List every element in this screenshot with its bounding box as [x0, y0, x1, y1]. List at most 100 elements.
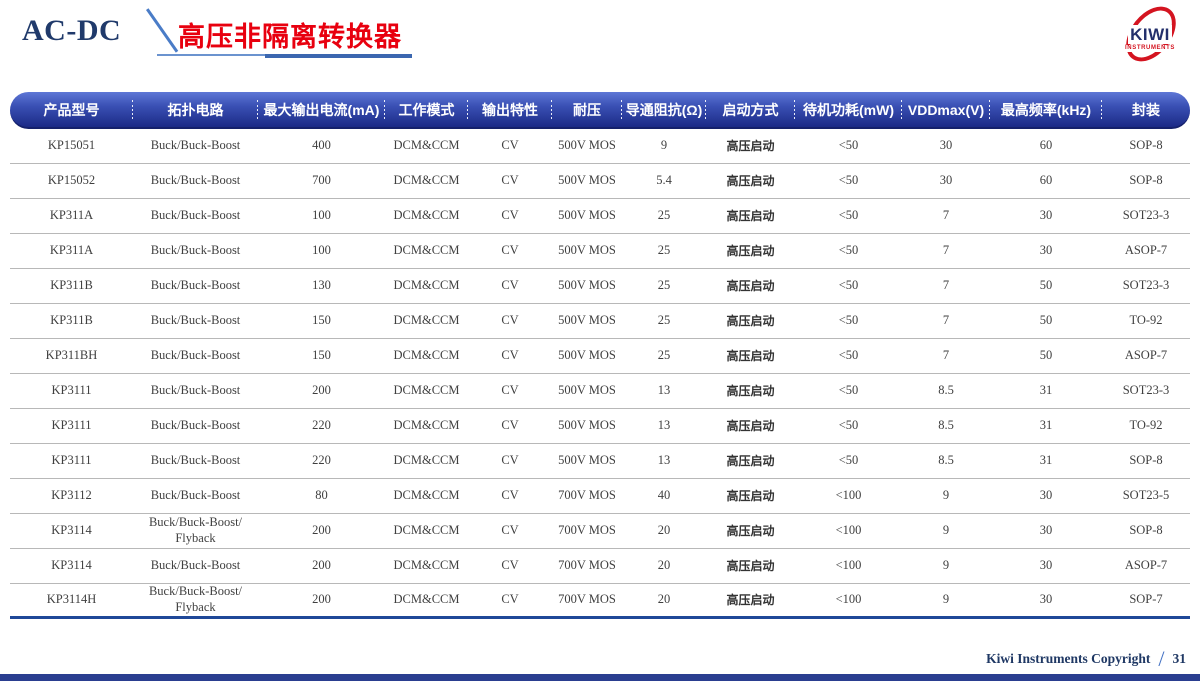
table-cell: Buck/Buck-Boost	[133, 409, 258, 444]
table-cell: 7	[902, 269, 990, 304]
table-cell: DCM&CCM	[385, 234, 468, 269]
table-cell: 31	[990, 374, 1102, 409]
table-cell: 500V MOS	[552, 164, 622, 199]
table-cell: KP15051	[10, 129, 133, 164]
table-cell: DCM&CCM	[385, 164, 468, 199]
table-cell: 700V MOS	[552, 479, 622, 514]
table-cell: KP3114H	[10, 584, 133, 619]
table-cell: <50	[795, 304, 902, 339]
table-cell: Buck/Buck-Boost/ Flyback	[133, 514, 258, 549]
table-row: KP3114Buck/Buck-Boost200DCM&CCMCV700V MO…	[10, 549, 1190, 584]
table-row: KP311BBuck/Buck-Boost130DCM&CCMCV500V MO…	[10, 269, 1190, 304]
table-row: KP15051Buck/Buck-Boost400DCM&CCMCV500V M…	[10, 129, 1190, 164]
table-cell: 220	[258, 409, 385, 444]
table-cell: DCM&CCM	[385, 479, 468, 514]
table-cell: 9	[902, 514, 990, 549]
table-row: KP311BBuck/Buck-Boost150DCM&CCMCV500V MO…	[10, 304, 1190, 339]
table-cell: <50	[795, 409, 902, 444]
table-cell: 80	[258, 479, 385, 514]
table-cell: 高压启动	[706, 374, 795, 409]
table-cell: KP311B	[10, 304, 133, 339]
table-cell: CV	[468, 339, 552, 374]
table-cell: 高压启动	[706, 234, 795, 269]
table-cell: 200	[258, 374, 385, 409]
table-cell: 高压启动	[706, 549, 795, 584]
table-cell: ASOP-7	[1102, 234, 1190, 269]
table-cell: 500V MOS	[552, 304, 622, 339]
table-cell: SOP-7	[1102, 584, 1190, 619]
table-cell: CV	[468, 584, 552, 619]
table-cell: <100	[795, 479, 902, 514]
table-cell: Buck/Buck-Boost	[133, 444, 258, 479]
table-cell: 20	[622, 514, 706, 549]
table-row: KP3112Buck/Buck-Boost80DCM&CCMCV700V MOS…	[10, 479, 1190, 514]
table-cell: <50	[795, 129, 902, 164]
table-cell: DCM&CCM	[385, 304, 468, 339]
col-header-operating-mode: 工作模式	[385, 92, 468, 129]
table-cell: 高压启动	[706, 339, 795, 374]
col-header-max-frequency: 最高频率(kHz)	[990, 92, 1102, 129]
table-cell: SOT23-5	[1102, 479, 1190, 514]
table-cell: 8.5	[902, 374, 990, 409]
footer: Kiwi Instruments Copyright / 31	[986, 648, 1186, 670]
table-cell: 700V MOS	[552, 584, 622, 619]
table-body: KP15051Buck/Buck-Boost400DCM&CCMCV500V M…	[10, 129, 1190, 619]
table-cell: CV	[468, 514, 552, 549]
table-cell: Buck/Buck-Boost	[133, 304, 258, 339]
table-cell: 30	[990, 479, 1102, 514]
table-cell: CV	[468, 479, 552, 514]
table-cell: KP311A	[10, 199, 133, 234]
table-cell: ASOP-7	[1102, 339, 1190, 374]
table-cell: 高压启动	[706, 479, 795, 514]
table-cell: 500V MOS	[552, 374, 622, 409]
table-cell: 200	[258, 514, 385, 549]
table-cell: Buck/Buck-Boost	[133, 339, 258, 374]
col-header-standby-power: 待机功耗(mW)	[795, 92, 902, 129]
table-cell: <50	[795, 339, 902, 374]
table-cell: <50	[795, 374, 902, 409]
table-cell: SOP-8	[1102, 164, 1190, 199]
table-cell: 500V MOS	[552, 339, 622, 374]
table-cell: DCM&CCM	[385, 549, 468, 584]
col-header-package: 封装	[1102, 92, 1190, 129]
table-row: KP3111Buck/Buck-Boost220DCM&CCMCV500V MO…	[10, 409, 1190, 444]
table-cell: KP3111	[10, 374, 133, 409]
table-cell: <50	[795, 269, 902, 304]
footer-copyright-text: Kiwi Instruments Copyright	[986, 651, 1150, 667]
table-cell: CV	[468, 199, 552, 234]
table-cell: 13	[622, 444, 706, 479]
table-cell: 高压启动	[706, 514, 795, 549]
table-cell: DCM&CCM	[385, 584, 468, 619]
table-cell: 130	[258, 269, 385, 304]
table-cell: 高压启动	[706, 199, 795, 234]
table-cell: 30	[902, 164, 990, 199]
table-cell: 高压启动	[706, 304, 795, 339]
table-cell: Buck/Buck-Boost	[133, 199, 258, 234]
footer-page-number: 31	[1173, 651, 1187, 667]
table-cell: DCM&CCM	[385, 269, 468, 304]
table-cell: DCM&CCM	[385, 374, 468, 409]
table-cell: 高压启动	[706, 129, 795, 164]
table-cell: 500V MOS	[552, 444, 622, 479]
table-cell: <50	[795, 444, 902, 479]
table-cell: 7	[902, 234, 990, 269]
table-cell: CV	[468, 409, 552, 444]
table-cell: <50	[795, 199, 902, 234]
table-cell: TO-92	[1102, 304, 1190, 339]
table-cell: 700V MOS	[552, 549, 622, 584]
table-cell: CV	[468, 129, 552, 164]
table-cell: 7	[902, 339, 990, 374]
table-cell: 20	[622, 549, 706, 584]
table-row: KP3114Buck/Buck-Boost/ Flyback200DCM&CCM…	[10, 514, 1190, 549]
table-cell: 8.5	[902, 444, 990, 479]
table-cell: Buck/Buck-Boost	[133, 164, 258, 199]
table-row: KP3111Buck/Buck-Boost220DCM&CCMCV500V MO…	[10, 444, 1190, 479]
table-cell: ASOP-7	[1102, 549, 1190, 584]
table-cell: 60	[990, 129, 1102, 164]
page-category-label: AC-DC	[22, 14, 121, 48]
table-cell: 60	[990, 164, 1102, 199]
table-cell: KP15052	[10, 164, 133, 199]
table-cell: CV	[468, 234, 552, 269]
table-cell: DCM&CCM	[385, 339, 468, 374]
title-diagonal-line	[146, 9, 178, 53]
